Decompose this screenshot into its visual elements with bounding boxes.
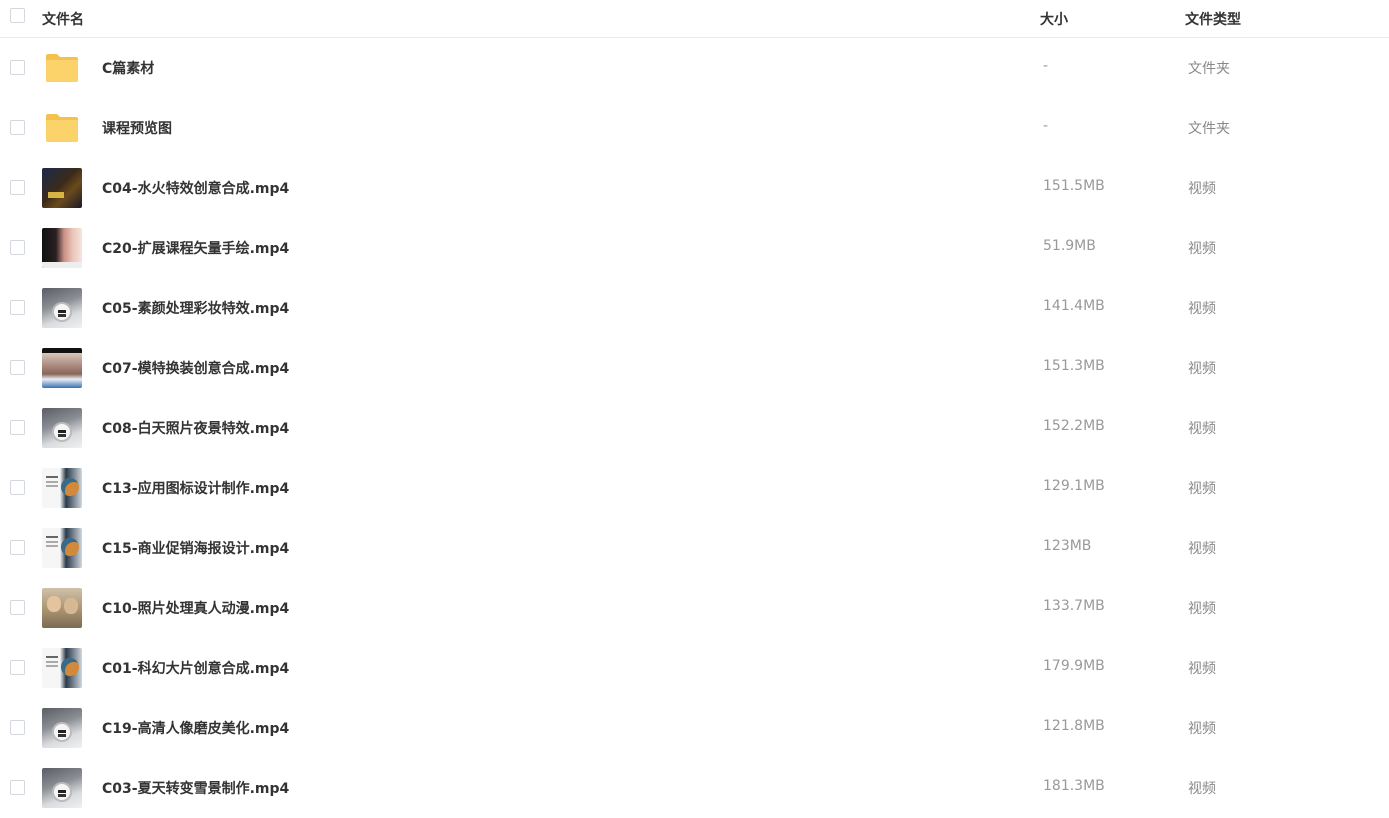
file-row[interactable]: C01-科幻大片创意合成.mp4 179.9MB 视频 [0,638,1389,698]
file-row[interactable]: C15-商业促销海报设计.mp4 123MB 视频 [0,518,1389,578]
file-name[interactable]: C07-模特换装创意合成.mp4 [102,358,289,378]
file-size: 179.9MB [1043,658,1105,674]
file-name[interactable]: C20-扩展课程矢量手绘.mp4 [102,238,289,258]
video-thumbnail [42,768,82,808]
row-checkbox[interactable] [10,60,25,75]
video-thumbnail [42,648,82,688]
file-size: 181.3MB [1043,778,1105,794]
file-name[interactable]: 课程预览图 [102,118,172,138]
file-size: 129.1MB [1043,478,1105,494]
file-type: 文件夹 [1188,121,1230,137]
video-thumbnail [42,348,82,388]
file-name[interactable]: C15-商业促销海报设计.mp4 [102,538,289,558]
file-size: 152.2MB [1043,418,1105,434]
file-row[interactable]: C07-模特换装创意合成.mp4 151.3MB 视频 [0,338,1389,398]
column-header-name[interactable]: 文件名 [42,9,84,29]
video-thumbnail [42,168,82,208]
row-checkbox[interactable] [10,360,25,375]
file-name[interactable]: C04-水火特效创意合成.mp4 [102,178,289,198]
video-thumbnail [42,528,82,568]
file-name[interactable]: C03-夏天转变雪景制作.mp4 [102,778,289,798]
file-list: 文件名 大小 文件类型 C篇素材 - 文件夹 课程预览图 - 文件夹 C04-水… [0,0,1389,818]
video-thumbnail [42,708,82,748]
file-type: 文件夹 [1188,61,1230,77]
folder-icon [46,114,78,142]
file-size: - [1043,58,1049,74]
file-type: 视频 [1188,301,1216,317]
file-list-header: 文件名 大小 文件类型 [0,0,1389,38]
row-checkbox[interactable] [10,480,25,495]
file-size: 51.9MB [1043,238,1096,254]
file-row[interactable]: C08-白天照片夜景特效.mp4 152.2MB 视频 [0,398,1389,458]
file-name[interactable]: C19-高清人像磨皮美化.mp4 [102,718,289,738]
file-type: 视频 [1188,241,1216,257]
file-type: 视频 [1188,661,1216,677]
file-row[interactable]: 课程预览图 - 文件夹 [0,98,1389,158]
file-row[interactable]: C13-应用图标设计制作.mp4 129.1MB 视频 [0,458,1389,518]
row-checkbox[interactable] [10,300,25,315]
folder-icon [46,54,78,82]
file-type: 视频 [1188,601,1216,617]
row-checkbox[interactable] [10,120,25,135]
file-row[interactable]: C篇素材 - 文件夹 [0,38,1389,98]
file-type: 视频 [1188,481,1216,497]
file-name[interactable]: C篇素材 [102,58,154,78]
file-type: 视频 [1188,421,1216,437]
file-size: 123MB [1043,538,1092,554]
file-name[interactable]: C10-照片处理真人动漫.mp4 [102,598,289,618]
file-size: 141.4MB [1043,298,1105,314]
column-header-size[interactable]: 大小 [1040,9,1068,29]
file-size: 121.8MB [1043,718,1105,734]
file-type: 视频 [1188,781,1216,797]
file-name[interactable]: C08-白天照片夜景特效.mp4 [102,418,289,438]
video-thumbnail [42,588,82,628]
video-thumbnail [42,408,82,448]
row-checkbox[interactable] [10,660,25,675]
row-checkbox[interactable] [10,720,25,735]
row-checkbox[interactable] [10,180,25,195]
video-thumbnail [42,228,82,268]
file-size: - [1043,118,1049,134]
file-row[interactable]: C05-素颜处理彩妆特效.mp4 141.4MB 视频 [0,278,1389,338]
row-checkbox[interactable] [10,780,25,795]
row-checkbox[interactable] [10,240,25,255]
file-row[interactable]: C19-高清人像磨皮美化.mp4 121.8MB 视频 [0,698,1389,758]
select-all-checkbox[interactable] [10,8,25,23]
file-type: 视频 [1188,721,1216,737]
file-name[interactable]: C01-科幻大片创意合成.mp4 [102,658,289,678]
file-size: 151.3MB [1043,358,1105,374]
file-row[interactable]: C20-扩展课程矢量手绘.mp4 51.9MB 视频 [0,218,1389,278]
file-size: 151.5MB [1043,178,1105,194]
file-type: 视频 [1188,541,1216,557]
row-checkbox[interactable] [10,420,25,435]
file-type: 视频 [1188,181,1216,197]
video-thumbnail [42,288,82,328]
row-checkbox[interactable] [10,540,25,555]
row-checkbox[interactable] [10,600,25,615]
file-row[interactable]: C10-照片处理真人动漫.mp4 133.7MB 视频 [0,578,1389,638]
file-type: 视频 [1188,361,1216,377]
file-name[interactable]: C05-素颜处理彩妆特效.mp4 [102,298,289,318]
file-row[interactable]: C03-夏天转变雪景制作.mp4 181.3MB 视频 [0,758,1389,818]
column-header-type[interactable]: 文件类型 [1185,9,1241,29]
file-name[interactable]: C13-应用图标设计制作.mp4 [102,478,289,498]
file-size: 133.7MB [1043,598,1105,614]
file-row[interactable]: C04-水火特效创意合成.mp4 151.5MB 视频 [0,158,1389,218]
video-thumbnail [42,468,82,508]
